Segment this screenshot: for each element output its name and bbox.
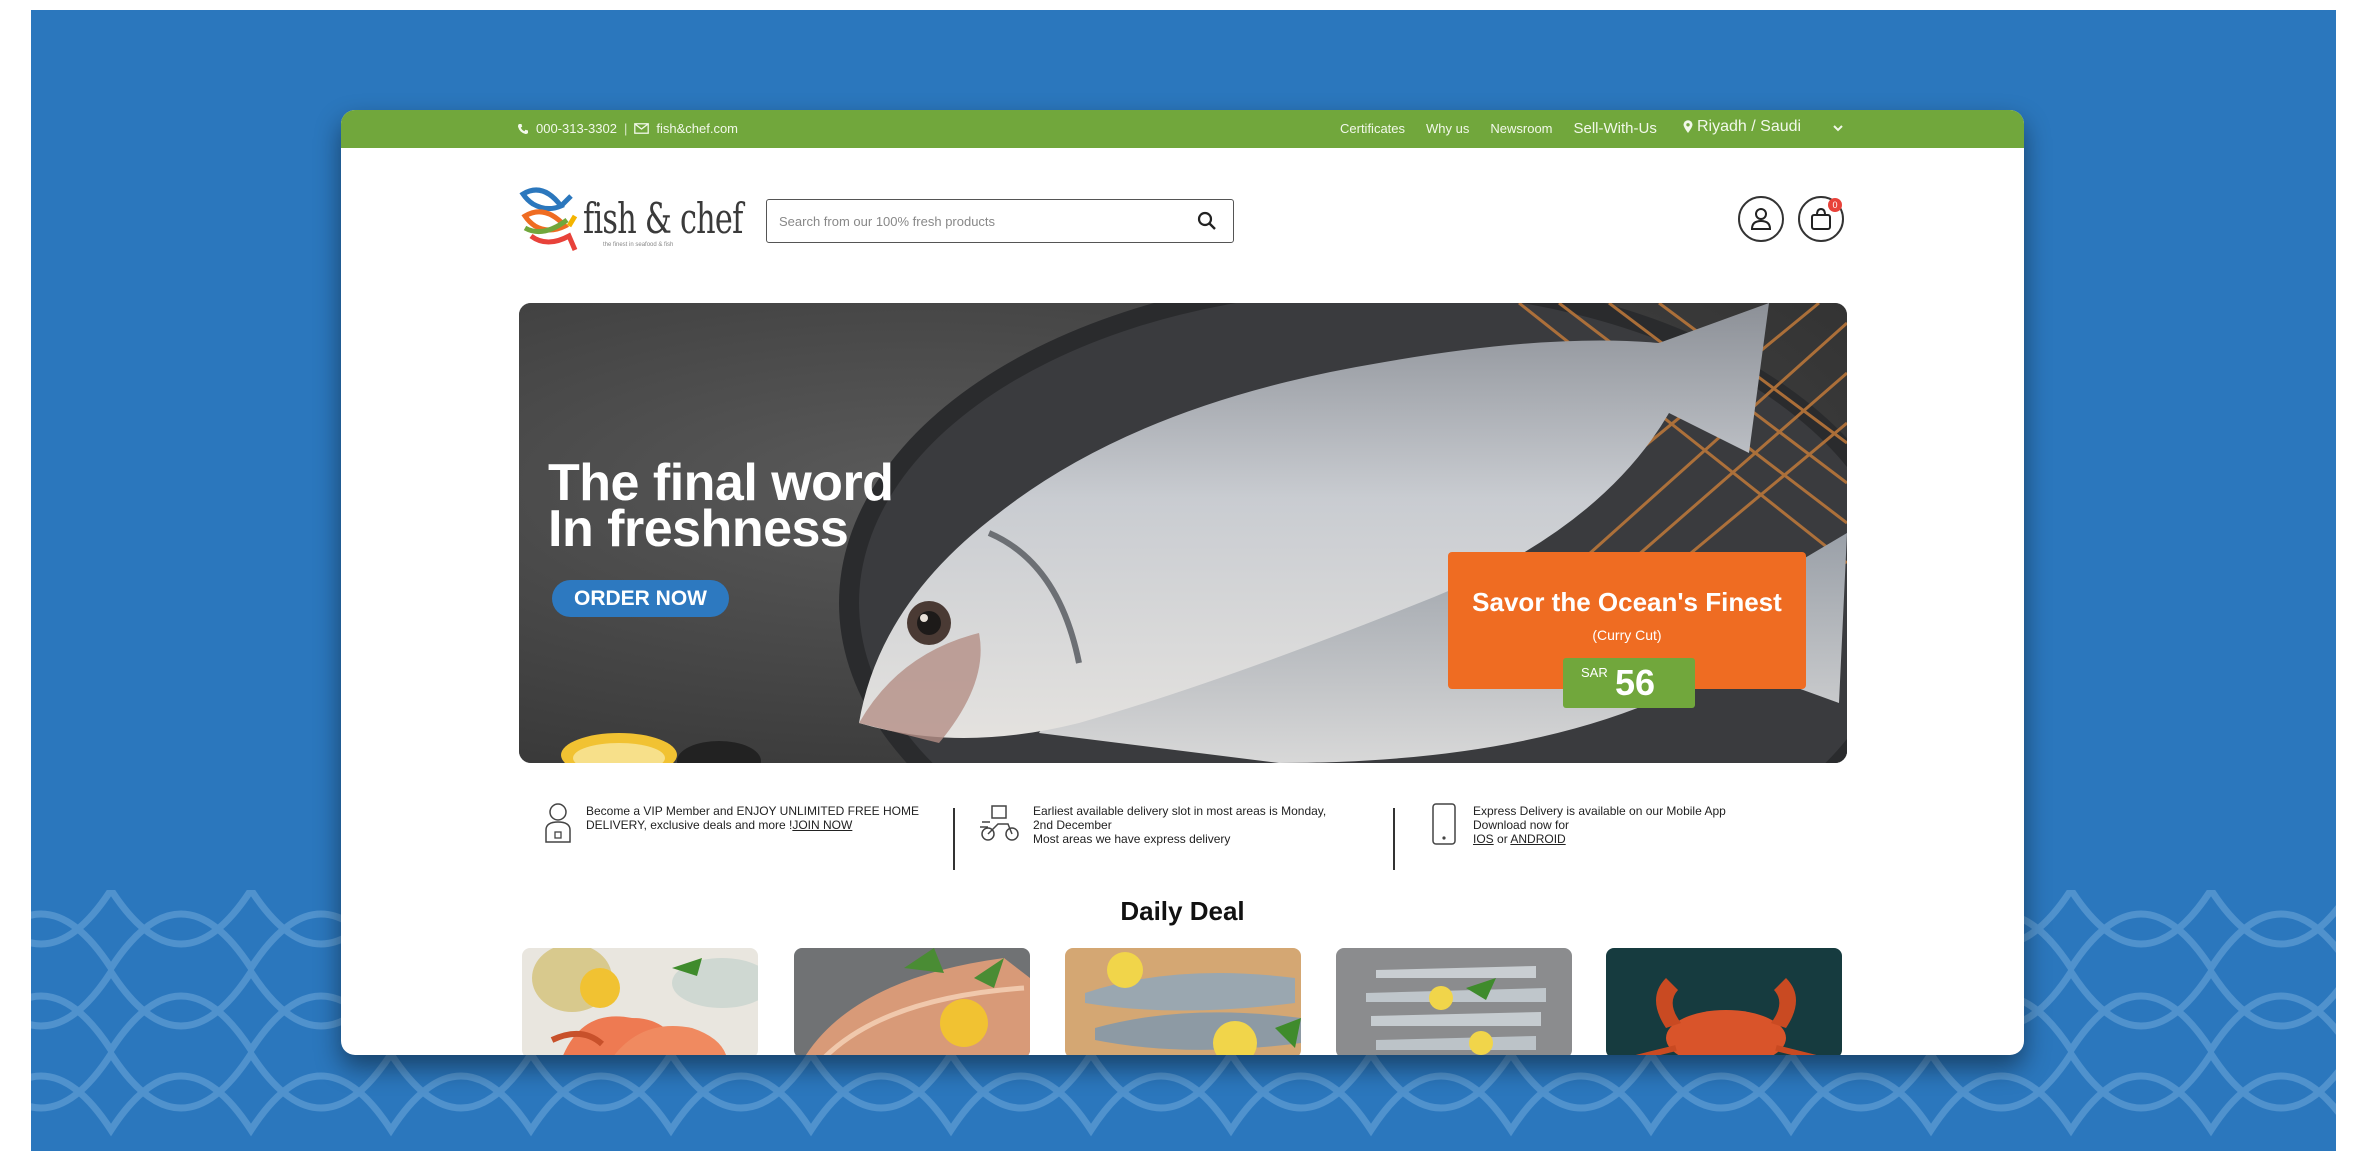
delivery-text-line3: Most areas we have express delivery bbox=[1033, 832, 1231, 846]
shrimp-image bbox=[522, 948, 758, 1055]
mackerel-image bbox=[1065, 948, 1301, 1055]
contact-info: 000-313-3302 | fish&chef.com bbox=[517, 121, 738, 136]
app-or-text: or bbox=[1497, 832, 1508, 846]
info-app: Express Delivery is available on our Mob… bbox=[1431, 800, 1791, 850]
info-divider bbox=[953, 808, 955, 870]
hero-headline: The final word In freshness bbox=[548, 457, 894, 558]
promo-subtitle: (Curry Cut) bbox=[1592, 627, 1662, 643]
location-selector[interactable]: Riyadh / Saudi bbox=[1683, 118, 1801, 136]
logo-wordmark: fish & chef bbox=[583, 194, 743, 243]
chevron-down-icon[interactable] bbox=[1831, 121, 1845, 135]
top-bar: 000-313-3302 | fish&chef.com Certificate… bbox=[341, 110, 2024, 148]
price-tag: SAR 56 bbox=[1563, 658, 1695, 708]
top-nav: Certificates Why us Newsroom Sell-With-U… bbox=[1340, 120, 1657, 137]
mobile-phone-icon bbox=[1432, 803, 1456, 845]
join-now-link[interactable]: JOIN NOW bbox=[792, 818, 852, 832]
website-window: 000-313-3302 | fish&chef.com Certificate… bbox=[341, 110, 2024, 1055]
email-link[interactable]: fish&chef.com bbox=[656, 121, 738, 136]
contact-separator: | bbox=[623, 121, 628, 136]
ios-link[interactable]: IOS bbox=[1473, 832, 1494, 846]
sardines-image bbox=[1336, 948, 1572, 1055]
brand-logo[interactable]: fish & chef the finest in seafood & fish bbox=[517, 186, 743, 256]
crab-image bbox=[1606, 948, 1842, 1055]
hero-headline-line2: In freshness bbox=[548, 500, 849, 558]
promo-title: Savor the Ocean's Finest bbox=[1472, 587, 1782, 617]
deal-card-crab[interactable] bbox=[1606, 948, 1842, 1055]
delivery-text-line2: 2nd December bbox=[1033, 818, 1112, 832]
price-currency: SAR bbox=[1581, 665, 1608, 680]
info-delivery: Earliest available delivery slot in most… bbox=[978, 800, 1358, 850]
location-label: Riyadh / Saudi bbox=[1697, 118, 1802, 135]
nav-sell-with-us[interactable]: Sell-With-Us bbox=[1574, 120, 1657, 137]
shopping-bag-icon bbox=[1811, 207, 1831, 230]
search-box bbox=[766, 199, 1234, 243]
deal-card-salmon[interactable] bbox=[794, 948, 1030, 1055]
deal-card-sardines[interactable] bbox=[1336, 948, 1572, 1055]
phone-number[interactable]: 000-313-3302 bbox=[536, 121, 617, 136]
salmon-image bbox=[794, 948, 1030, 1055]
vip-text-line2: DELIVERY, exclusive deals and more ! bbox=[586, 818, 793, 832]
price-value: 56 bbox=[1615, 662, 1656, 703]
delivery-scooter-icon bbox=[980, 805, 1019, 841]
user-icon bbox=[1750, 208, 1772, 230]
fish-logo-icon bbox=[519, 187, 578, 251]
phone-icon bbox=[517, 123, 528, 134]
logo-tagline: the finest in seafood & fish bbox=[603, 242, 674, 248]
info-vip: Become a VIP Member and ENJOY UNLIMITED … bbox=[544, 800, 944, 850]
hero-banner: The final word In freshness ORDER NOW Sa… bbox=[519, 303, 1847, 763]
account-button[interactable] bbox=[1738, 196, 1784, 242]
delivery-text-line1: Earliest available delivery slot in most… bbox=[1033, 804, 1327, 818]
search-icon[interactable] bbox=[1197, 211, 1217, 231]
info-divider bbox=[1393, 808, 1395, 870]
nav-why-us[interactable]: Why us bbox=[1426, 121, 1469, 136]
nav-newsroom[interactable]: Newsroom bbox=[1490, 121, 1552, 136]
vip-text-line1: Become a VIP Member and ENJOY UNLIMITED … bbox=[586, 804, 919, 818]
vip-member-icon bbox=[545, 803, 571, 843]
order-now-button[interactable]: ORDER NOW bbox=[552, 580, 729, 617]
deal-card-mackerel[interactable] bbox=[1065, 948, 1301, 1055]
mail-icon bbox=[634, 123, 650, 134]
app-text-line1: Express Delivery is available on our Mob… bbox=[1473, 804, 1726, 818]
daily-deal-title: Daily Deal bbox=[1120, 896, 1245, 926]
android-link[interactable]: ANDROID bbox=[1510, 832, 1565, 846]
location-pin-icon bbox=[1683, 120, 1693, 133]
nav-certificates[interactable]: Certificates bbox=[1340, 121, 1405, 136]
search-input[interactable] bbox=[777, 200, 1181, 243]
deal-card-shrimp[interactable] bbox=[522, 948, 758, 1055]
app-text-line2: Download now for bbox=[1473, 818, 1570, 832]
cart-count-badge: 0 bbox=[1828, 198, 1842, 212]
